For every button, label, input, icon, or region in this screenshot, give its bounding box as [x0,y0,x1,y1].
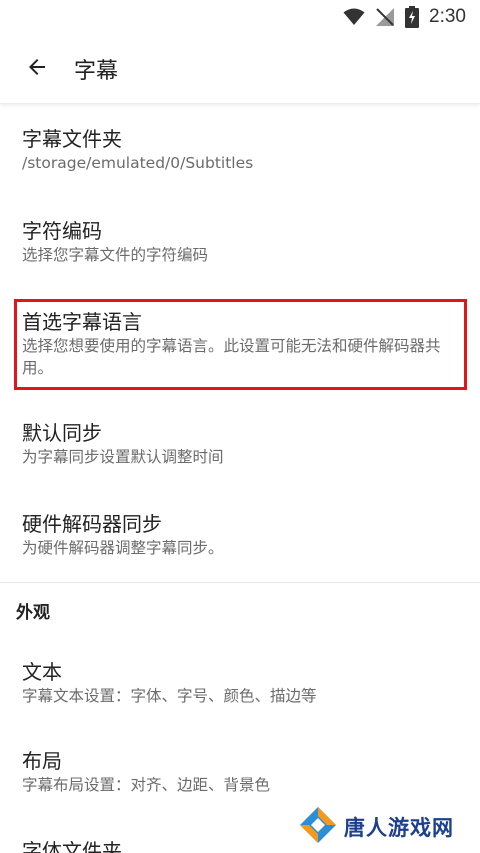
pref-summary: 为字幕同步设置默认调整时间 [22,448,224,466]
pref-title: 字符编码 [22,219,102,243]
back-button[interactable] [0,34,74,104]
pref-title: 字幕文件夹 [22,127,122,151]
pref-subtitle-folder[interactable]: 字幕文件夹 /storage/emulated/0/Subtitles [0,126,480,174]
arrow-back-icon [25,55,49,83]
pref-summary: 选择您字幕文件的字符编码 [22,246,209,264]
pref-summary: 字幕文本设置：字体、字号、颜色、描边等 [22,687,317,705]
pref-layout[interactable]: 布局 字幕布局设置：对齐、边距、背景色 [0,748,480,796]
pref-summary: 字幕布局设置：对齐、边距、背景色 [22,776,271,794]
highlight-box [14,299,467,390]
status-bar: 2:30 [0,0,480,34]
page-title: 字幕 [74,58,119,84]
no-signal-icon [375,7,395,27]
watermark: 唐人游戏网 [298,800,480,853]
pref-hardware-decoder-sync[interactable]: 硬件解码器同步 为硬件解码器调整字幕同步。 [0,511,480,559]
diamond-logo-icon [298,805,338,849]
pref-title: 默认同步 [22,421,102,445]
divider [0,582,480,583]
pref-character-encoding[interactable]: 字符编码 选择您字幕文件的字符编码 [0,218,480,266]
battery-charging-icon [405,6,420,28]
pref-summary: 为硬件解码器调整字幕同步。 [22,539,224,557]
app-bar: 字幕 [0,34,480,104]
pref-text[interactable]: 文本 字幕文本设置：字体、字号、颜色、描边等 [0,659,480,707]
pref-summary: /storage/emulated/0/Subtitles [22,154,254,172]
category-appearance: 外观 [16,603,50,623]
pref-title: 文本 [22,660,62,684]
pref-title: 布局 [22,749,62,773]
wifi-icon [343,8,365,26]
pref-title: 硬件解码器同步 [22,512,162,536]
pref-default-sync[interactable]: 默认同步 为字幕同步设置默认调整时间 [0,420,480,468]
watermark-text: 唐人游戏网 [344,815,454,840]
status-time: 2:30 [429,6,466,27]
